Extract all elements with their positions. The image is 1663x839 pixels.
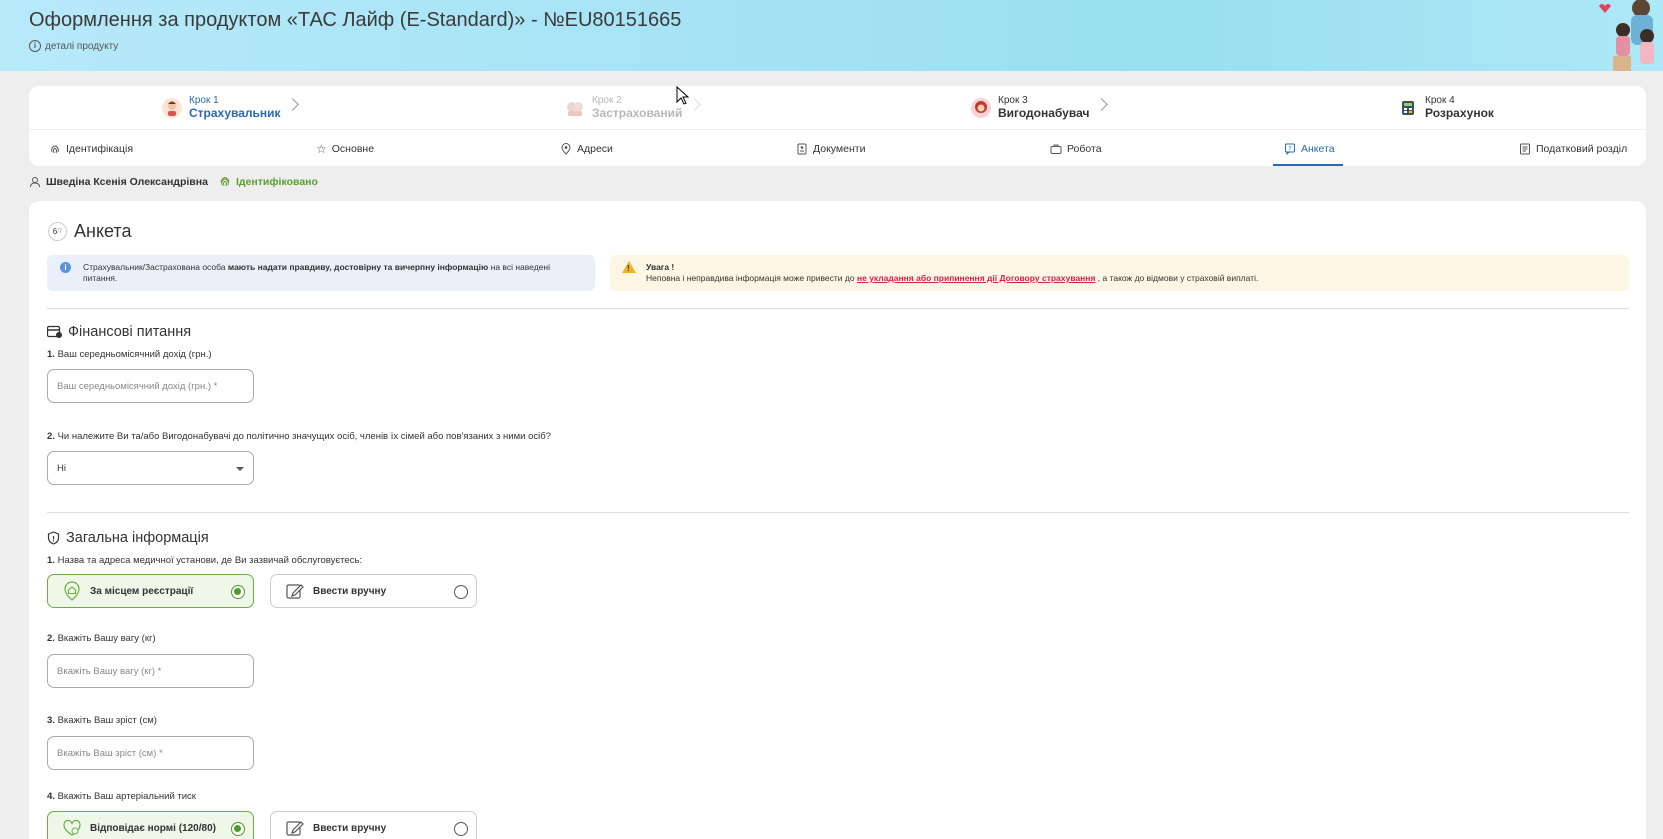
step-1[interactable]: Крок 1 Страхувальник: [162, 95, 281, 120]
option-pressure-manual[interactable]: Ввести вручну: [270, 811, 477, 839]
user-icon: [30, 177, 40, 188]
info-icon: i: [60, 262, 71, 273]
radio-selected[interactable]: [231, 822, 245, 836]
section-counter: 6/7: [48, 222, 67, 241]
tab-tax[interactable]: Податковий розділ: [1519, 141, 1627, 157]
warning-icon: [622, 261, 636, 274]
person-name: Шведіна Ксенія Олександрівна: [46, 176, 208, 188]
step-3-number: Крок 3: [998, 95, 1028, 106]
shield-icon: [47, 531, 60, 545]
heart-pulse-icon: [63, 819, 81, 836]
mouse-cursor-icon: [676, 86, 690, 105]
edit-icon: [286, 584, 304, 599]
star-icon: ☆: [316, 142, 327, 156]
chevron-right-icon: [688, 98, 701, 111]
identification-status: Ідентифіковано: [219, 176, 318, 188]
step-3-name: Вигодонабувач: [998, 106, 1090, 120]
house-pin-icon: [64, 581, 80, 601]
option-registration-address[interactable]: За місцем реєстрації: [47, 574, 254, 608]
section-title: Анкета: [74, 221, 132, 241]
general-q3-label: 3. Вкажіть Ваш зріст (см): [47, 715, 157, 726]
fingerprint-icon: [51, 145, 59, 154]
general-section-heading: Загальна інформація: [47, 530, 209, 546]
option-manual-entry[interactable]: Ввести вручну: [270, 574, 477, 608]
person-info: Шведіна Ксенія Олександрівна: [29, 176, 208, 188]
financial-q2-label: 2. Чи належите Ви та/або Вигодонабувачі …: [47, 431, 551, 442]
family-illustration: [1599, 0, 1654, 71]
stepper-card: Крок 1 Страхувальник Крок 2 Застраховани…: [29, 86, 1646, 166]
monthly-income-input[interactable]: Ваш середньомісячний дохід (грн.) *: [47, 369, 254, 403]
page-header: Оформлення за продуктом «ТАС Лайф (E-Sta…: [0, 0, 1663, 71]
radio-unselected[interactable]: [454, 822, 468, 836]
warning-notice: Увага ! Неповна і неправдива інформація …: [610, 255, 1629, 291]
step-4[interactable]: Крок 4 Розрахунок: [1398, 95, 1494, 120]
chevron-right-icon: [1095, 98, 1108, 111]
tab-documents-label: Документи: [813, 143, 866, 155]
beneficiary-avatar-icon: [971, 97, 991, 118]
id-card-icon: [797, 143, 807, 155]
product-details-label: деталі продукту: [45, 40, 119, 52]
financial-q1-label: 1. Ваш середньомісячний дохід (грн.): [47, 349, 212, 360]
warning-link[interactable]: не укладання або припинення дії Договору…: [857, 273, 1095, 283]
list-doc-icon: [1520, 143, 1530, 155]
tab-identification[interactable]: Ідентифікація: [49, 141, 133, 157]
calculator-icon: [1398, 98, 1418, 118]
questionnaire-header: 6/7 Анкета: [48, 221, 132, 242]
active-tab-indicator: [1273, 164, 1343, 166]
tab-questionnaire[interactable]: ? Анкета: [1284, 141, 1335, 157]
tab-main[interactable]: ☆ Основне: [316, 141, 374, 157]
weight-input[interactable]: Вкажіть Вашу вагу (кг) *: [47, 654, 254, 688]
tab-addresses-label: Адреси: [577, 143, 613, 155]
step-4-number: Крок 4: [1425, 95, 1455, 106]
step-1-name: Страхувальник: [189, 106, 281, 120]
general-q4-label: 4. Вкажіть Ваш артеріальний тиск: [47, 791, 196, 802]
svg-text:?: ?: [1288, 146, 1291, 153]
fingerprint-icon: [220, 176, 230, 187]
financial-section-heading: Фінансові питання: [47, 324, 191, 340]
divider: [47, 308, 1629, 309]
step-4-name: Розрахунок: [1425, 106, 1494, 120]
tab-main-label: Основне: [331, 143, 375, 155]
info-icon: i: [29, 40, 41, 52]
chevron-right-icon: [286, 98, 299, 111]
tab-questionnaire-label: Анкета: [1301, 143, 1335, 155]
page-title: Оформлення за продуктом «ТАС Лайф (E-Sta…: [29, 9, 682, 31]
tab-tax-label: Податковий розділ: [1536, 143, 1628, 155]
location-pin-icon: [561, 143, 571, 155]
divider: [47, 512, 1629, 513]
step-2[interactable]: Крок 2 Застрахований: [565, 95, 682, 120]
tab-work-label: Робота: [1067, 143, 1102, 155]
pep-select[interactable]: Ні: [47, 451, 254, 485]
chevron-down-icon: [236, 467, 244, 471]
tab-identification-label: Ідентифікація: [66, 143, 134, 155]
general-q1-label: 1. Назва та адреса медичної установи, де…: [47, 555, 363, 566]
insured-avatar-icon: [565, 98, 585, 118]
stepper-divider: [29, 129, 1646, 130]
identification-status-label: Ідентифіковано: [236, 176, 318, 188]
step-3[interactable]: Крок 3 Вигодонабувач: [971, 95, 1089, 120]
briefcase-icon: [1050, 144, 1062, 154]
question-doc-icon: ?: [1285, 143, 1295, 155]
questionnaire-card: 6/7 Анкета i Страхувальник/Застрахована …: [29, 201, 1646, 839]
step-2-number: Крок 2: [592, 95, 622, 106]
tab-addresses[interactable]: Адреси: [560, 141, 613, 157]
radio-selected[interactable]: [231, 585, 245, 599]
warning-title: Увага !: [646, 262, 675, 272]
step-1-number: Крок 1: [189, 95, 219, 106]
radio-unselected[interactable]: [454, 585, 468, 599]
tab-work[interactable]: Робота: [1050, 141, 1102, 157]
wallet-icon: [47, 325, 62, 338]
general-q2-label: 2. Вкажіть Вашу вагу (кг): [47, 633, 156, 644]
pep-select-value: Ні: [57, 462, 66, 474]
product-details-link[interactable]: i деталі продукту: [29, 40, 118, 52]
step-2-name: Застрахований: [592, 106, 683, 120]
policyholder-avatar-icon: [162, 97, 182, 118]
option-pressure-normal[interactable]: Відповідає нормі (120/80): [47, 811, 254, 839]
info-notice: i Страхувальник/Застрахована особа мають…: [47, 255, 595, 291]
tab-documents[interactable]: Документи: [796, 141, 865, 157]
edit-icon: [286, 821, 304, 836]
height-input[interactable]: Вкажіть Ваш зріст (см) *: [47, 736, 254, 770]
